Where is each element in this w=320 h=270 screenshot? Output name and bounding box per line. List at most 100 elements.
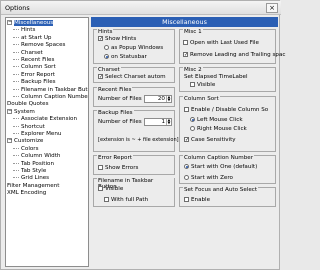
right-click-radio[interactable]: Right Mouse Click: [190, 126, 247, 133]
tree-item[interactable]: Grid Lines: [13, 175, 49, 182]
left-click-label: Left Mouse Click: [197, 117, 243, 123]
backup-files-value: 1: [161, 119, 165, 125]
right-click-label: Right Mouse Click: [197, 126, 247, 132]
popup-windows-radio[interactable]: as Popup Windows: [104, 45, 163, 52]
checkbox-icon: [190, 82, 195, 87]
tree-item[interactable]: Shortcut: [13, 124, 45, 131]
tree-item-label: System: [14, 108, 35, 115]
tree-line-icon: [13, 73, 19, 75]
taskbar-visible-checkbox[interactable]: Visible: [98, 186, 123, 193]
start-zero-radio[interactable]: Start with Zero: [184, 175, 233, 182]
column-sort-caption: Column Sort: [183, 96, 220, 102]
open-last-file-checkbox[interactable]: Open with Last Used File: [183, 40, 259, 47]
radio-selected-icon: [190, 117, 195, 122]
recent-files-group: Recent Files Number of Files 20 ▲ ▼: [93, 87, 175, 107]
focus-enable-checkbox[interactable]: Enable: [184, 197, 210, 204]
backup-files-caption: Backup Files: [97, 110, 134, 116]
tree-line-icon: [13, 177, 19, 179]
recent-files-spinner[interactable]: 20 ▲ ▼: [144, 95, 172, 103]
recent-files-value: 20: [157, 96, 165, 102]
misc1-caption: Misc 1: [183, 29, 203, 35]
tree-item[interactable]: Associate Extension: [13, 116, 77, 123]
tree-line-icon: [13, 125, 19, 127]
tree-item[interactable]: Colors: [13, 146, 39, 153]
tree-line-icon: [13, 118, 19, 120]
tree-item-label: Error Report: [21, 71, 55, 78]
backup-files-group: Backup Files Number of Files 1 ▲ ▼ [exten…: [93, 110, 179, 152]
tree-line-icon: [13, 96, 19, 97]
tree-item[interactable]: Hints: [13, 27, 35, 34]
tree-item[interactable]: Remove Spaces: [13, 42, 65, 49]
collapse-icon[interactable]: −: [7, 138, 12, 144]
close-icon[interactable]: ×: [266, 3, 278, 13]
checkmark-icon: ✓: [184, 137, 190, 143]
checkbox-icon: [104, 197, 109, 202]
tree-item[interactable]: Double Quotes: [7, 101, 49, 108]
case-sensitivity-checkbox[interactable]: ✓ Case Sensitivity: [184, 137, 236, 144]
enable-column-sort-checkbox[interactable]: Enable / Disable Column So: [184, 107, 268, 114]
tree-line-icon: [13, 133, 19, 134]
collapse-icon[interactable]: −: [7, 108, 12, 114]
tree-line-icon: [13, 44, 19, 46]
tree-item-label: Recent Files: [21, 57, 55, 63]
spin-arrows-icon[interactable]: ▲ ▼: [166, 118, 171, 125]
tree-item-label: Double Quotes: [7, 101, 49, 108]
tree-item[interactable]: Tab Position: [13, 161, 54, 168]
tree-item[interactable]: Column Width: [13, 153, 60, 160]
error-report-group: Error Report Show Errors: [93, 155, 175, 175]
error-report-caption: Error Report: [97, 155, 133, 161]
tree-item[interactable]: Recent Files: [13, 57, 54, 64]
title-bar: Options ×: [1, 1, 281, 15]
checkbox-icon: [98, 186, 103, 191]
radio-selected-icon: [104, 54, 109, 59]
tree-line-icon: [13, 51, 19, 53]
tree-item-label: Colors: [21, 145, 39, 152]
full-path-label: With full Path: [111, 197, 149, 203]
start-one-radio[interactable]: Start with One (default): [184, 164, 257, 171]
column-caption-caption: Column Caption Number: [183, 155, 255, 161]
tree-item[interactable]: Filter Management: [7, 183, 59, 190]
tree-item[interactable]: Error Report: [13, 72, 55, 79]
tree-item[interactable]: Column Caption Number: [13, 94, 89, 101]
show-errors-label: Show Errors: [105, 165, 139, 171]
tree-item[interactable]: Column Sort: [13, 64, 56, 71]
spin-arrows-icon[interactable]: ▲ ▼: [166, 95, 171, 102]
tree-item[interactable]: − System: [7, 108, 35, 116]
tree-item-label: Remove Spaces: [21, 42, 66, 49]
tree-line-icon: [13, 36, 19, 38]
options-tree[interactable]: − Miscellaneous Hints at Start Up Remove Spa…: [5, 17, 89, 267]
show-hints-checkbox[interactable]: ✓ Show Hints: [98, 36, 136, 43]
elapsed-visible-checkbox[interactable]: Visible: [190, 82, 215, 89]
show-errors-checkbox[interactable]: Show Errors: [98, 165, 138, 172]
tree-item[interactable]: XML Encoding: [7, 190, 46, 197]
remove-spaces-checkbox[interactable]: ✓ Remove Leading and Trailing spac: [183, 52, 285, 59]
elapsed-label: Set Elapsed TimeLabel: [184, 74, 248, 80]
tree-item-label: Column Sort: [21, 64, 56, 71]
tree-item[interactable]: Tab Style: [13, 168, 46, 175]
tree-item-label: Column Caption Number: [21, 94, 89, 100]
checkbox-icon: [98, 165, 103, 170]
left-click-radio[interactable]: Left Mouse Click: [190, 117, 243, 124]
checkmark-icon: ✓: [183, 52, 189, 58]
tree-line-icon: [13, 81, 19, 83]
collapse-icon[interactable]: −: [7, 20, 12, 25]
tree-item[interactable]: Backup Files: [13, 79, 56, 86]
tree-item[interactable]: Explorer Menu: [13, 131, 61, 138]
tree-item-label: Tab Style: [21, 168, 47, 174]
full-path-checkbox[interactable]: With full Path: [104, 197, 148, 204]
tree-item[interactable]: at Start Up: [13, 35, 52, 42]
select-charset-checkbox[interactable]: ✓ Select Charset autom: [98, 74, 166, 81]
backup-files-spinner[interactable]: 1 ▲ ▼: [144, 118, 172, 126]
tree-item[interactable]: − Miscellaneous: [7, 20, 54, 27]
tree-item[interactable]: Filename in Taskbar But: [13, 87, 88, 94]
tree-item[interactable]: − Customize: [7, 138, 43, 145]
checkbox-icon: [184, 197, 189, 202]
statusbar-radio[interactable]: on Statusbar: [104, 54, 147, 61]
start-zero-label: Start with Zero: [191, 175, 233, 181]
hints-group: Hints ✓ Show Hints as Popup Windows on St…: [93, 29, 175, 64]
enable-column-sort-label: Enable / Disable Column So: [191, 107, 269, 113]
tree-line-icon: [13, 29, 19, 31]
tree-line-icon: [13, 170, 19, 171]
tree-item[interactable]: Charset: [13, 50, 43, 57]
tree-item-label: Explorer Menu: [21, 131, 62, 137]
